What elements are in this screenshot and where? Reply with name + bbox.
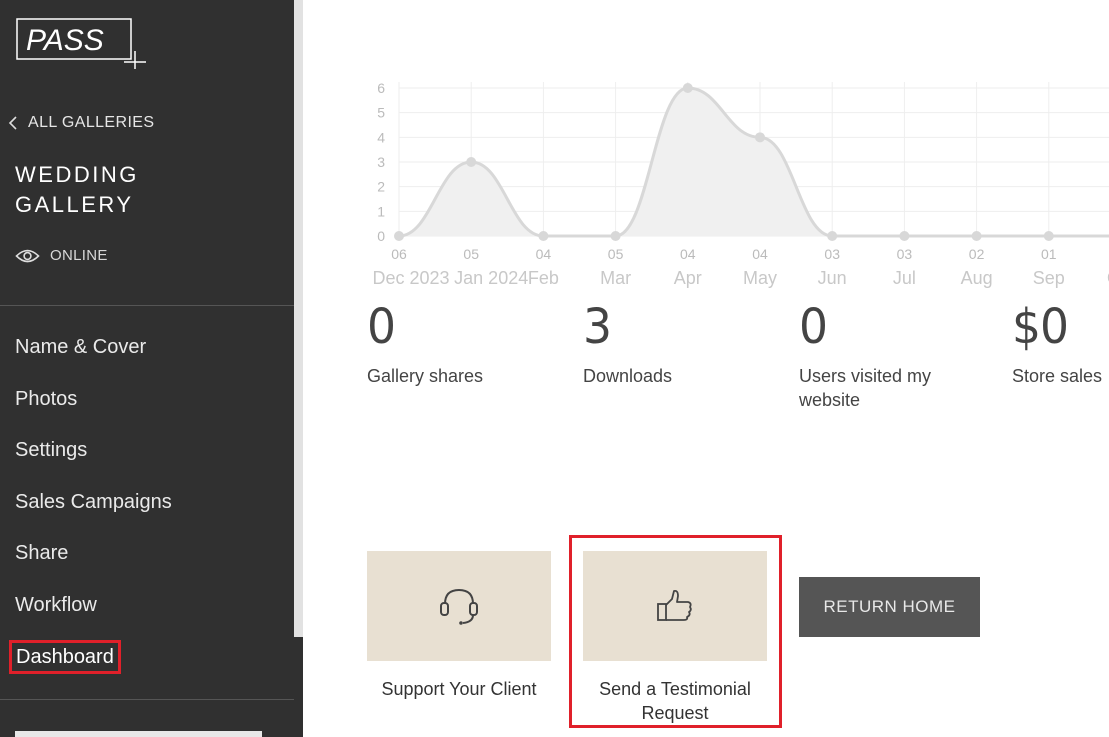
x-tick-label: Sep [1033, 268, 1065, 288]
all-galleries-link[interactable]: ALL GALLERIES [8, 114, 154, 132]
data-point [1043, 231, 1054, 241]
all-galleries-label: ALL GALLERIES [28, 114, 155, 131]
x-tick-label: Dec 2023 [372, 268, 449, 288]
data-point [971, 231, 982, 241]
y-tick-label: 5 [377, 105, 385, 121]
x-tick-label: Apr [674, 268, 702, 288]
sidebar-nav: Name & Cover Photos Settings Sales Campa… [0, 322, 294, 683]
data-point [755, 132, 765, 143]
x-tick-label: Jul [893, 268, 916, 288]
sidebar-item-dashboard[interactable]: Dashboard [0, 632, 294, 684]
y-tick-label: 2 [377, 179, 385, 195]
data-point [538, 231, 549, 241]
sidebar: PASS ALL GALLERIES WEDDING GALLERY ONLIN… [0, 0, 294, 737]
data-point [394, 231, 404, 241]
return-home-button[interactable]: RETURN HOME [799, 577, 980, 637]
stat-label: Users visited my website [799, 366, 932, 410]
stat-label: Downloads [583, 366, 673, 386]
x-tick-day: 05 [608, 246, 624, 262]
x-tick-label: Jun [818, 268, 847, 288]
sidebar-item-workflow[interactable]: Workflow [0, 580, 294, 632]
stat-label: Gallery shares [367, 366, 484, 386]
chevron-left-icon [8, 116, 17, 130]
gallery-title: WEDDING GALLERY [15, 162, 139, 217]
online-status: ONLINE [15, 247, 108, 264]
stat-users-visited: 0 Users visited my website [799, 300, 969, 412]
sidebar-divider [0, 305, 294, 306]
stat-value: 3 [583, 299, 612, 355]
eye-icon [15, 249, 40, 262]
x-tick-day: 02 [969, 246, 985, 262]
x-tick-day: 04 [752, 246, 768, 262]
stat-value: 0 [367, 299, 396, 355]
support-client-card[interactable] [367, 551, 551, 661]
x-tick-day: 05 [463, 246, 479, 262]
stat-label: Store sales [1012, 366, 1103, 386]
sidebar-item-photos[interactable]: Photos [0, 374, 294, 426]
sidebar-extension [294, 637, 303, 737]
sidebar-divider-bottom [0, 699, 294, 700]
y-tick-label: 4 [377, 129, 385, 145]
sidebar-item-settings[interactable]: Settings [0, 425, 294, 477]
sidebar-bottom-box [15, 731, 262, 737]
status-label: ONLINE [50, 247, 108, 264]
x-tick-day: 03 [897, 246, 913, 262]
x-tick-label: Aug [961, 268, 993, 288]
x-tick-day: 03 [824, 246, 840, 262]
x-tick-day: 04 [680, 246, 696, 262]
pass-logo: PASS [16, 18, 146, 69]
stat-store-sales: $0 Store sales [1012, 300, 1109, 388]
data-point [899, 231, 910, 241]
data-point [466, 157, 477, 167]
sidebar-scrollbar[interactable] [294, 0, 303, 637]
x-tick-label: Jan 2024 [454, 268, 528, 288]
stat-downloads: 3 Downloads [583, 300, 753, 388]
sidebar-item-share[interactable]: Share [0, 528, 294, 580]
y-tick-label: 6 [377, 80, 385, 96]
sidebar-item-name-cover[interactable]: Name & Cover [0, 322, 294, 374]
data-point [682, 83, 693, 93]
svg-text:PASS: PASS [26, 24, 104, 57]
data-point [610, 231, 621, 241]
headset-icon [440, 588, 478, 625]
support-client-label: Support Your Client [381, 679, 537, 699]
activity-chart: 012345606Dec 202305Jan 202404Feb05Mar04A… [372, 80, 1109, 288]
stat-gallery-shares: 0 Gallery shares [367, 300, 537, 388]
x-tick-day: 01 [1041, 246, 1057, 262]
x-tick-label: May [743, 268, 777, 288]
testimonial-highlight [569, 535, 782, 728]
sidebar-item-sales-campaigns[interactable]: Sales Campaigns [0, 477, 294, 529]
y-tick-label: 1 [377, 203, 385, 219]
stat-value: 0 [799, 299, 828, 355]
x-tick-day: 06 [391, 246, 407, 262]
data-point [827, 231, 838, 241]
x-tick-label: Mar [600, 268, 631, 288]
y-tick-label: 3 [377, 154, 385, 170]
y-tick-label: 0 [377, 228, 385, 244]
stat-value: $0 [1012, 299, 1069, 355]
x-tick-day: 04 [536, 246, 552, 262]
x-tick-label: Feb [528, 268, 559, 288]
